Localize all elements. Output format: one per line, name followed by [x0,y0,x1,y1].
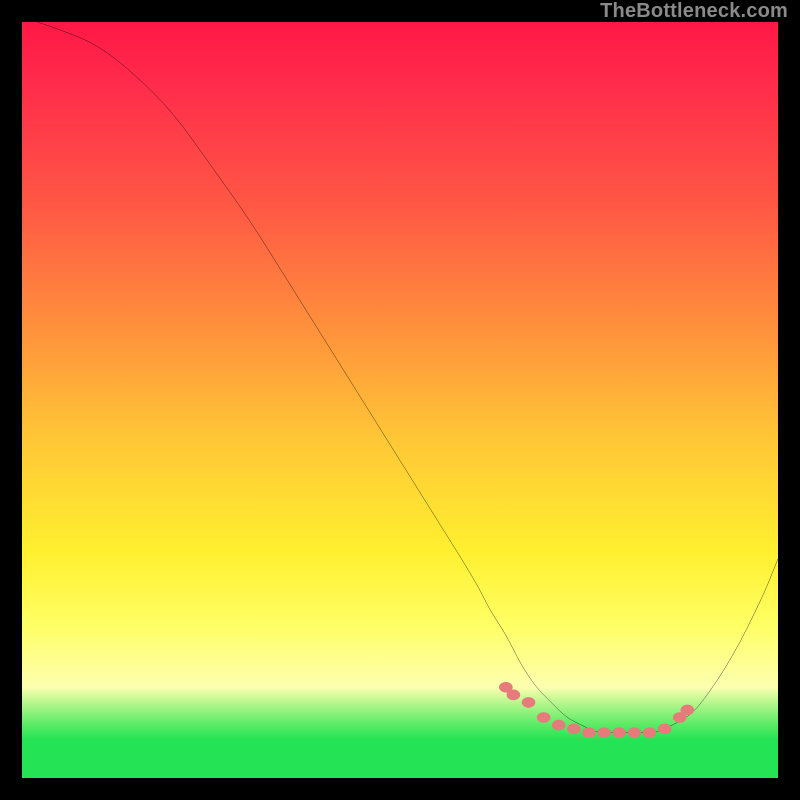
marker-dot [643,727,657,738]
chart-frame: TheBottleneck.com [0,0,800,800]
marker-dot [582,727,596,738]
marker-dot [507,690,521,701]
marker-dot [628,727,642,738]
marker-dot [552,720,566,731]
marker-dot [597,727,611,738]
marker-dot [680,705,694,716]
attribution-text: TheBottleneck.com [600,1,788,21]
plot-area [22,22,778,778]
marker-dot [612,727,626,738]
marker-dot [537,712,551,723]
highlighted-range-dots [22,22,778,778]
marker-dot [567,724,581,735]
marker-dot [522,697,536,708]
marker-dot [658,724,672,735]
